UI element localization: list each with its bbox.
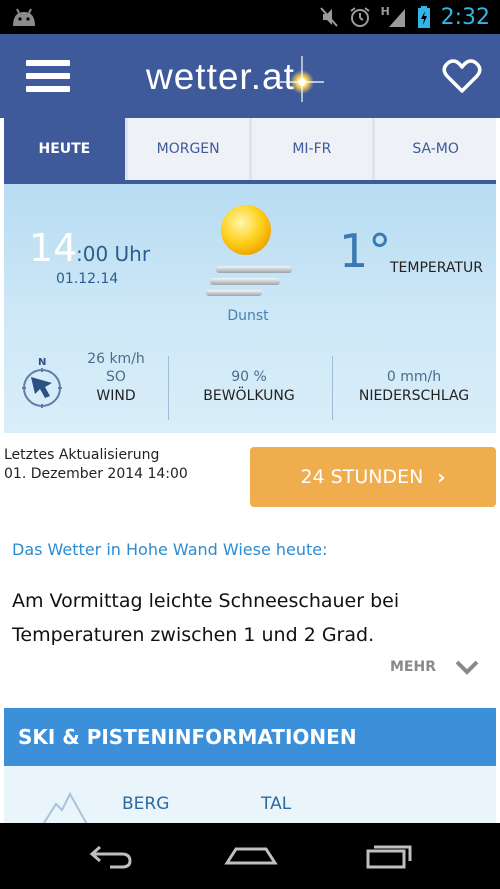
android-debug-icon [13,8,35,26]
24-hours-button[interactable]: 24 STUNDEN › [250,447,496,507]
status-clock: 2:32 [440,4,490,30]
forecast-description: Am Vormittag leichte Schneeschauer bei T… [12,590,400,646]
ski-section-body: BERG TAL [4,766,496,826]
ski-section-header[interactable]: SKI & PISTENINFORMATIONEN [4,708,496,766]
app-bar: wetter.at [0,34,500,118]
day-tabs: HEUTE MORGEN MI-FR SA-MO [4,118,496,180]
last-update-value: 01. Dezember 2014 14:00 [4,466,188,482]
chevron-right-icon: › [437,465,446,489]
current-date: 01.12.14 [56,271,119,287]
recent-apps-icon[interactable] [364,841,414,871]
favorite-heart-icon[interactable] [442,58,482,94]
status-bar: H 2:32 [0,0,500,34]
app-logo: wetter.at [146,52,366,104]
precipitation-stat: 0 mm/h NIEDERSCHLAG [346,350,482,406]
battery-charging-icon [417,6,430,28]
current-weather-panel: 14 :00 Uhr 01.12.14 Dunst 1° TEMPERATUR … [4,180,496,433]
ski-mountain-label: BERG [122,794,170,814]
clouds-label: BEWÖLKUNG [203,388,295,404]
clouds-value: 90 % [231,369,267,385]
precipitation-label: NIEDERSCHLAG [358,388,470,404]
system-nav-bar [0,823,500,889]
current-time-suffix: :00 Uhr [76,242,151,266]
muted-icon [319,7,338,27]
temperature-value: 1° [339,224,392,278]
forecast-heading: Das Wetter in Hohe Wand Wiese heute: [12,540,328,559]
mountain-icon [42,791,88,826]
stat-divider [168,356,169,420]
more-button[interactable]: MEHR [390,658,480,676]
tab-sa-mo[interactable]: SA-MO [372,118,496,180]
wind-speed: 26 km/h [87,351,145,367]
signal-icon: H [381,5,407,29]
logo-star-icon [280,56,324,102]
svg-text:N: N [38,357,46,368]
tab-mi-fr[interactable]: MI-FR [248,118,373,180]
wind-direction: SO [106,369,126,385]
home-icon[interactable] [224,841,278,871]
wind-label: WIND [96,388,136,404]
condition-label: Dunst [227,308,269,324]
stat-divider [332,356,333,420]
tab-morgen[interactable]: MORGEN [124,118,249,180]
ski-valley-label: TAL [261,794,292,814]
current-hour: 14 [29,226,78,270]
back-icon[interactable] [86,841,136,871]
hamburger-menu-icon[interactable] [26,60,70,94]
last-update-label: Letztes Aktualisierung [4,447,160,463]
alarm-icon [349,7,370,27]
more-label: MEHR [390,659,436,675]
sun-with-haze-icon [206,205,292,296]
24-hours-button-label: 24 STUNDEN [300,466,424,488]
wind-stat: 26 km/h SO WIND [76,350,156,406]
precipitation-value: 0 mm/h [386,369,442,385]
tab-heute[interactable]: HEUTE [4,118,125,180]
wind-compass-icon: N [22,357,62,408]
temperature-label: TEMPERATUR [390,260,483,276]
clouds-stat: 90 % BEWÖLKUNG [184,350,314,406]
chevron-down-icon [455,660,479,675]
